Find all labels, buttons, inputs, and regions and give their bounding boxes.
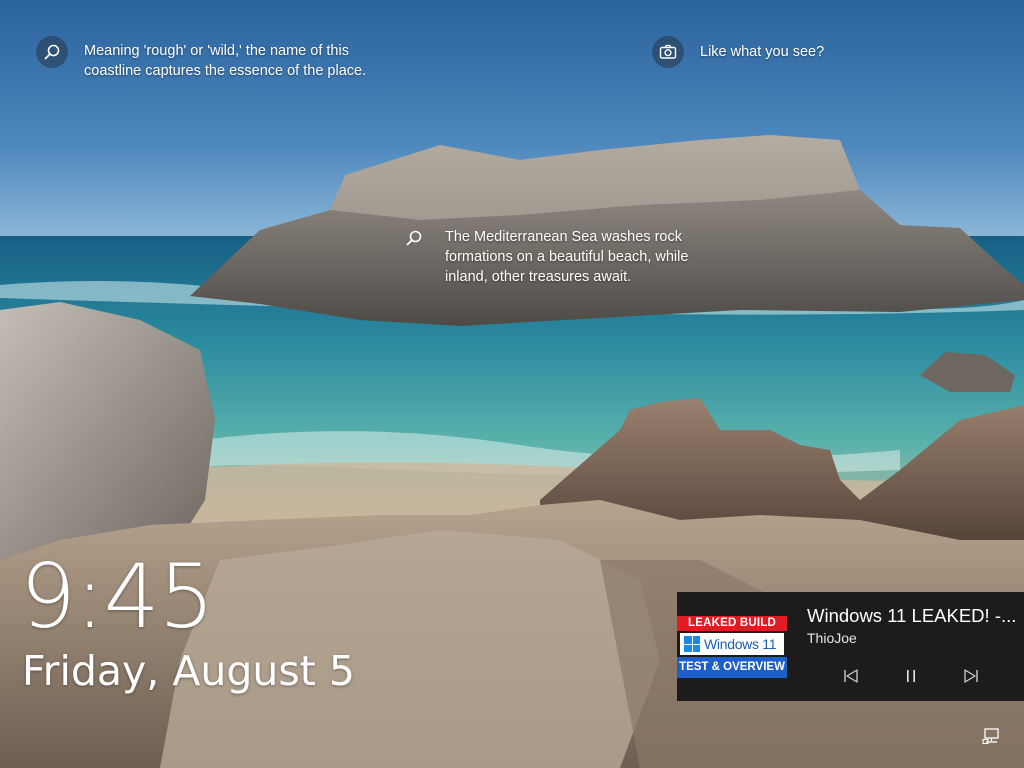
previous-track-icon[interactable] [839,664,863,688]
lock-screen-clock: 9:45 Friday, August 5 [20,548,355,696]
search-icon[interactable] [398,222,430,254]
pause-icon[interactable] [899,664,923,688]
thumbnail-line1: LEAKED BUILD [677,616,787,631]
next-track-icon[interactable] [959,664,983,688]
clock-date: Friday, August 5 [22,647,355,695]
thumbnail-line2: Windows 11 [680,633,784,655]
lock-screen[interactable]: Meaning 'rough' or 'wild,' the name of t… [0,0,1024,768]
network-icon[interactable] [982,727,1002,745]
media-thumbnail: LEAKED BUILD Windows 11 TEST & OVERVIEW [677,616,787,678]
media-artist: ThioJoe [807,630,857,646]
hotspot-mediterranean-fact[interactable]: The Mediterranean Sea washes rock format… [398,222,718,287]
media-title: Windows 11 LEAKED! -... [807,605,1017,626]
hotspot-text: The Mediterranean Sea washes rock format… [445,229,689,285]
thumbnail-line3: TEST & OVERVIEW [677,657,787,678]
hotspot-text: Like what you see? [700,44,825,60]
clock-time: 9:45 [20,545,215,648]
hotspot-text: Meaning 'rough' or 'wild,' the name of t… [84,43,367,79]
windows-logo-icon [684,636,700,652]
hotspot-coastline-fact[interactable]: Meaning 'rough' or 'wild,' the name of t… [36,36,376,81]
media-controls-card[interactable]: LEAKED BUILD Windows 11 TEST & OVERVIEW … [677,592,1024,701]
camera-icon[interactable] [652,36,684,68]
search-icon[interactable] [36,36,68,68]
hotspot-like-what-you-see[interactable]: Like what you see? [652,36,824,68]
